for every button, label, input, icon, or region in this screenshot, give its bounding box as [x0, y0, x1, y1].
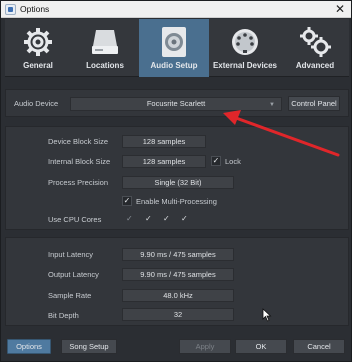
tab-locations[interactable]: Locations — [71, 19, 139, 77]
device-block-size-dropdown[interactable]: 128 samples — [122, 135, 206, 148]
tab-label: General — [23, 61, 53, 70]
chevron-down-icon: ▼ — [269, 102, 275, 108]
process-precision-label: Process Precision — [48, 178, 109, 187]
internal-block-size-dropdown[interactable]: 128 samples — [122, 155, 206, 168]
audio-device-label: Audio Device — [14, 99, 59, 108]
output-latency-value: 9.90 ms / 475 samples — [122, 268, 234, 281]
speaker-icon — [162, 27, 186, 57]
title-bar: Options ✕ — [1, 1, 351, 18]
lock-checkbox[interactable]: ✓ — [211, 156, 221, 166]
multi-processing-checkbox[interactable]: ✓ — [122, 196, 132, 206]
sample-rate-label: Sample Rate — [48, 291, 92, 300]
gear-icon — [24, 28, 52, 56]
audio-device-value: Focusrite Scarlett — [146, 99, 206, 108]
multi-processing-label: Enable Multi-Processing — [136, 197, 217, 206]
cpu-core-toggle[interactable]: ✓ — [145, 214, 152, 223]
control-panel-button[interactable]: Control Panel — [288, 96, 340, 111]
category-tabs: General Locations Audio Setup External D… — [5, 19, 349, 77]
mouse-cursor-icon — [262, 308, 272, 322]
cpu-core-toggle[interactable]: ✓ — [126, 214, 133, 223]
audio-device-dropdown[interactable]: Focusrite Scarlett ▼ — [70, 97, 282, 111]
apply-button[interactable]: Apply — [179, 339, 231, 354]
lock-label: Lock — [225, 157, 241, 166]
input-latency-label: Input Latency — [48, 250, 94, 259]
app-icon — [5, 4, 16, 15]
window-title: Options — [20, 4, 50, 14]
tab-general[interactable]: General — [5, 19, 71, 77]
device-block-size-label: Device Block Size — [48, 137, 109, 146]
tab-label: Locations — [86, 61, 124, 70]
dialog-button-bar: Options Song Setup Apply OK Cancel — [5, 334, 349, 358]
output-latency-label: Output Latency — [48, 270, 99, 279]
tab-external-devices[interactable]: External Devices — [209, 19, 281, 77]
cpu-core-toggle[interactable]: ✓ — [181, 214, 188, 223]
bit-depth-label: Bit Depth — [48, 311, 79, 320]
tab-label: Advanced — [295, 61, 335, 70]
ok-button[interactable]: OK — [235, 339, 287, 354]
block-settings-panel: Device Block Size 128 samples Internal B… — [5, 126, 349, 230]
song-setup-button[interactable]: Song Setup — [61, 339, 117, 354]
close-icon[interactable]: ✕ — [335, 2, 345, 16]
bit-depth-value: 32 — [122, 308, 234, 321]
cancel-button[interactable]: Cancel — [293, 339, 345, 354]
options-button[interactable]: Options — [7, 339, 51, 354]
options-window: Options ✕ General Locations Audio Setup … — [0, 0, 352, 362]
audio-device-panel: Audio Device Focusrite Scarlett ▼ Contro… — [5, 89, 349, 117]
input-latency-value: 9.90 ms / 475 samples — [122, 248, 234, 261]
gears-icon — [300, 27, 331, 57]
tab-label: Audio Setup — [150, 61, 198, 70]
tab-label: External Devices — [212, 61, 278, 70]
drive-icon — [92, 30, 118, 54]
tab-audio-setup[interactable]: Audio Setup — [139, 19, 209, 77]
process-precision-dropdown[interactable]: Single (32 Bit) — [122, 176, 234, 189]
latency-info-panel: Input Latency 9.90 ms / 475 samples Outp… — [5, 237, 349, 326]
midi-connector-icon — [232, 29, 258, 55]
tab-advanced[interactable]: Advanced — [281, 19, 349, 77]
cpu-cores-label: Use CPU Cores — [48, 215, 102, 224]
sample-rate-value: 48.0 kHz — [122, 289, 234, 302]
internal-block-size-label: Internal Block Size — [48, 157, 111, 166]
cpu-core-toggle[interactable]: ✓ — [163, 214, 170, 223]
